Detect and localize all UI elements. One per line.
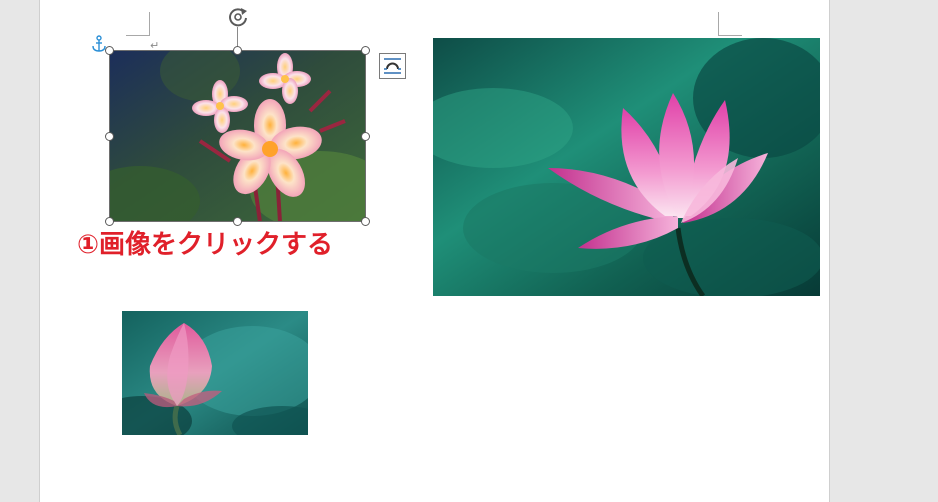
lotus-bud-image[interactable]	[122, 311, 308, 435]
plumeria-image[interactable]	[110, 51, 366, 222]
resize-handle-bottom[interactable]	[233, 217, 242, 226]
resize-handle-top-right[interactable]	[361, 46, 370, 55]
resize-handle-bottom-right[interactable]	[361, 217, 370, 226]
margin-corner-mark-top-right	[718, 12, 742, 36]
resize-handle-top[interactable]	[233, 46, 242, 55]
resize-handle-top-left[interactable]	[105, 46, 114, 55]
lotus-image-large[interactable]	[433, 38, 820, 296]
layout-options-button[interactable]	[379, 53, 406, 79]
rotate-handle-icon[interactable]	[227, 6, 249, 28]
instruction-annotation: ①画像をクリックする	[77, 230, 334, 260]
resize-handle-bottom-left[interactable]	[105, 217, 114, 226]
margin-corner-mark-top-left	[126, 12, 150, 36]
layout-options-icon	[384, 58, 401, 74]
resize-handle-left[interactable]	[105, 132, 114, 141]
resize-handle-right[interactable]	[361, 132, 370, 141]
